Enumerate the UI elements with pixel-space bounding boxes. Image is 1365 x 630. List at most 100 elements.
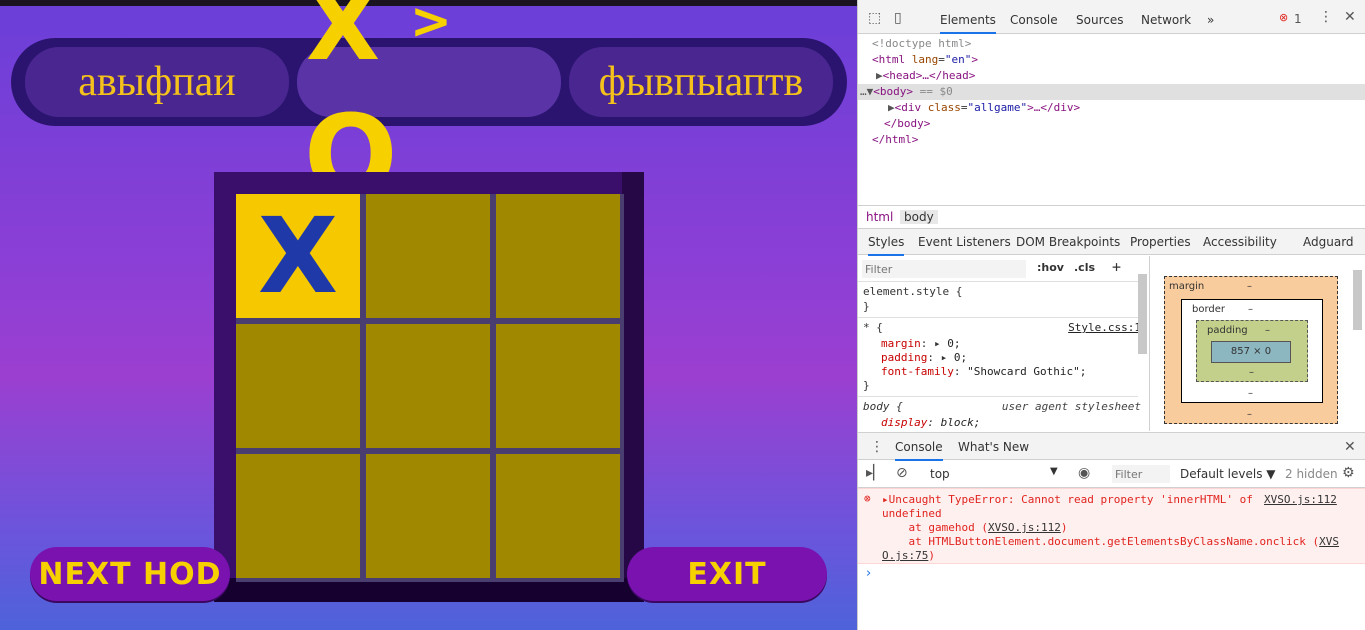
dom-tree: <!doctype html> <html lang="en"> ▶<head>… — [858, 34, 1365, 204]
settings-gear-icon[interactable]: ⚙ — [1342, 465, 1355, 481]
stack-link-2[interactable]: XVS — [1319, 535, 1339, 548]
tab-properties[interactable]: Properties — [1130, 235, 1191, 249]
cell-7[interactable] — [366, 454, 490, 578]
element-style-rule[interactable]: element.style { — [863, 285, 962, 299]
game-area: авыфпаи фывпыаптв X > O X NEXT HOD EXIT — [0, 0, 857, 630]
drawer-tab-whats-new[interactable]: What's New — [958, 440, 1029, 454]
dom-html-open[interactable]: <html lang="en"> — [872, 52, 978, 68]
styles-scrollbar[interactable] — [1138, 274, 1147, 354]
cell-5[interactable] — [496, 324, 620, 448]
tab-styles[interactable]: Styles — [868, 235, 905, 256]
stack-link-2b[interactable]: O.js:75 — [882, 549, 928, 562]
star-rule-selector[interactable]: * { — [863, 321, 883, 335]
tab-sources[interactable]: Sources — [1076, 0, 1123, 34]
drawer-menu-icon[interactable]: ⋮ — [870, 439, 884, 455]
player2-name: фывпыаптв — [569, 47, 833, 117]
cell-3[interactable] — [236, 324, 360, 448]
box-model-diagram: margin – border – padding – 857 × 0 – – … — [1150, 256, 1365, 431]
context-select[interactable]: top — [930, 467, 950, 481]
close-icon[interactable]: ✕ — [1344, 9, 1356, 25]
drawer-close-icon[interactable]: ✕ — [1344, 439, 1356, 455]
margin-label: margin — [1169, 281, 1205, 292]
error-icon[interactable]: ⊗ — [1279, 11, 1288, 24]
error-circle-icon: ⊗ — [864, 492, 871, 505]
tab-adguard[interactable]: Adguard — [1303, 235, 1354, 249]
error-line-1[interactable]: ▸Uncaught TypeError: Cannot read propert… — [882, 493, 1253, 507]
stack-link-1[interactable]: XVSO.js:112 — [988, 521, 1061, 534]
add-rule-icon[interactable]: + — [1112, 258, 1121, 276]
console-prompt[interactable]: › — [866, 566, 871, 581]
style-css-link[interactable]: Style.css:1 — [1068, 321, 1141, 335]
log-levels-select[interactable]: Default levels ▼ — [1180, 467, 1276, 481]
dom-doctype[interactable]: <!doctype html> — [872, 36, 971, 52]
dom-div-allgame[interactable]: ▶<div class="allgame">…</div> — [888, 100, 1080, 116]
css-display[interactable]: display: block; — [881, 416, 980, 430]
cell-8[interactable] — [496, 454, 620, 578]
cell-4[interactable] — [366, 324, 490, 448]
hov-toggle[interactable]: :hov — [1037, 261, 1064, 274]
styles-filter-row: :hov .cls + — [858, 256, 1138, 282]
console-toolbar: ▸▏ ⊘ top ▼ ◉ Default levels ▼ 2 hidden ⚙ — [858, 460, 1365, 488]
device-toggle-icon[interactable]: ▯ — [894, 10, 902, 26]
box-content[interactable]: 857 × 0 — [1211, 341, 1291, 363]
error-source-link[interactable]: XVSO.js:112 — [1264, 493, 1337, 506]
sidebar-toggle-icon[interactable]: ▸▏ — [866, 465, 884, 481]
breadcrumb: html body — [858, 205, 1365, 229]
drawer-tab-console[interactable]: Console — [895, 440, 943, 461]
turn-x-mark: X — [306, 0, 381, 82]
exit-button[interactable]: EXIT — [627, 547, 827, 601]
tab-network[interactable]: Network — [1141, 0, 1191, 34]
tab-elements[interactable]: Elements — [940, 0, 996, 34]
css-margin[interactable]: margin: ▸ 0; — [881, 337, 961, 351]
css-padding[interactable]: padding: ▸ 0; — [881, 351, 967, 365]
styles-filter-input[interactable] — [862, 260, 1026, 278]
border-label: border — [1192, 304, 1226, 315]
crumb-html[interactable]: html — [866, 210, 893, 224]
styles-pane: :hov .cls + element.style { } * { Style.… — [858, 256, 1150, 431]
eye-icon[interactable]: ◉ — [1078, 465, 1090, 481]
hidden-count: 2 hidden — [1285, 467, 1338, 481]
error-line-2: undefined — [882, 507, 942, 520]
box-margin[interactable]: margin – border – padding – 857 × 0 – – … — [1164, 276, 1338, 424]
tab-event-listeners[interactable]: Event Listeners — [918, 235, 1011, 249]
dom-head[interactable]: ▶<head>…</head> — [876, 68, 975, 84]
user-agent-label: user agent stylesheet — [1001, 400, 1141, 413]
dom-html-close[interactable]: </html> — [872, 132, 918, 148]
box-padding[interactable]: padding – 857 × 0 – — [1196, 320, 1308, 382]
turn-arrow: > — [410, 0, 452, 50]
cls-toggle[interactable]: .cls — [1074, 261, 1095, 274]
body-rule-selector[interactable]: body { — [863, 400, 903, 414]
cell-1[interactable] — [366, 194, 490, 318]
clear-console-icon[interactable]: ⊘ — [896, 465, 908, 481]
padding-label: padding — [1207, 325, 1248, 336]
box-model-scrollbar[interactable] — [1353, 270, 1362, 330]
element-style-close: } — [863, 300, 870, 313]
game-board: X — [236, 194, 624, 582]
star-rule-close: } — [863, 379, 870, 392]
dom-body-close[interactable]: </body> — [884, 116, 930, 132]
styles-tab-bar: Styles Event Listeners DOM Breakpoints P… — [858, 229, 1365, 256]
console-drawer-tabs: ⋮ Console What's New ✕ — [858, 432, 1365, 461]
inspect-icon[interactable]: ⬚ — [868, 10, 881, 26]
tab-dom-breakpoints[interactable]: DOM Breakpoints — [1016, 235, 1120, 249]
error-stack-1: at gamehod (XVSO.js:112) — [882, 521, 1068, 534]
context-dropdown-icon[interactable]: ▼ — [1050, 466, 1058, 477]
next-hod-button[interactable]: NEXT HOD — [30, 547, 230, 601]
board-frame: X — [214, 172, 644, 602]
dom-body-selected[interactable]: …▼<body> == $0 — [858, 84, 1365, 100]
console-error-message: ⊗ ▸Uncaught TypeError: Cannot read prope… — [858, 488, 1365, 564]
crumb-body[interactable]: body — [900, 210, 938, 224]
cell-0[interactable]: X — [236, 194, 360, 318]
players-bar: авыфпаи фывпыаптв — [11, 38, 847, 126]
menu-dots-icon[interactable]: ⋮ — [1319, 9, 1333, 25]
cell-6[interactable] — [236, 454, 360, 578]
error-stack-2-cont: O.js:75) — [882, 549, 935, 562]
more-tabs-icon[interactable]: » — [1207, 0, 1214, 34]
tab-console[interactable]: Console — [1010, 0, 1058, 34]
css-font-family[interactable]: font-family: "Showcard Gothic"; — [881, 365, 1086, 379]
tab-accessibility[interactable]: Accessibility — [1203, 235, 1277, 249]
player1-name: авыфпаи — [25, 47, 289, 117]
box-border[interactable]: border – padding – 857 × 0 – – — [1181, 299, 1323, 403]
cell-2[interactable] — [496, 194, 620, 318]
console-filter-input[interactable] — [1112, 465, 1170, 483]
